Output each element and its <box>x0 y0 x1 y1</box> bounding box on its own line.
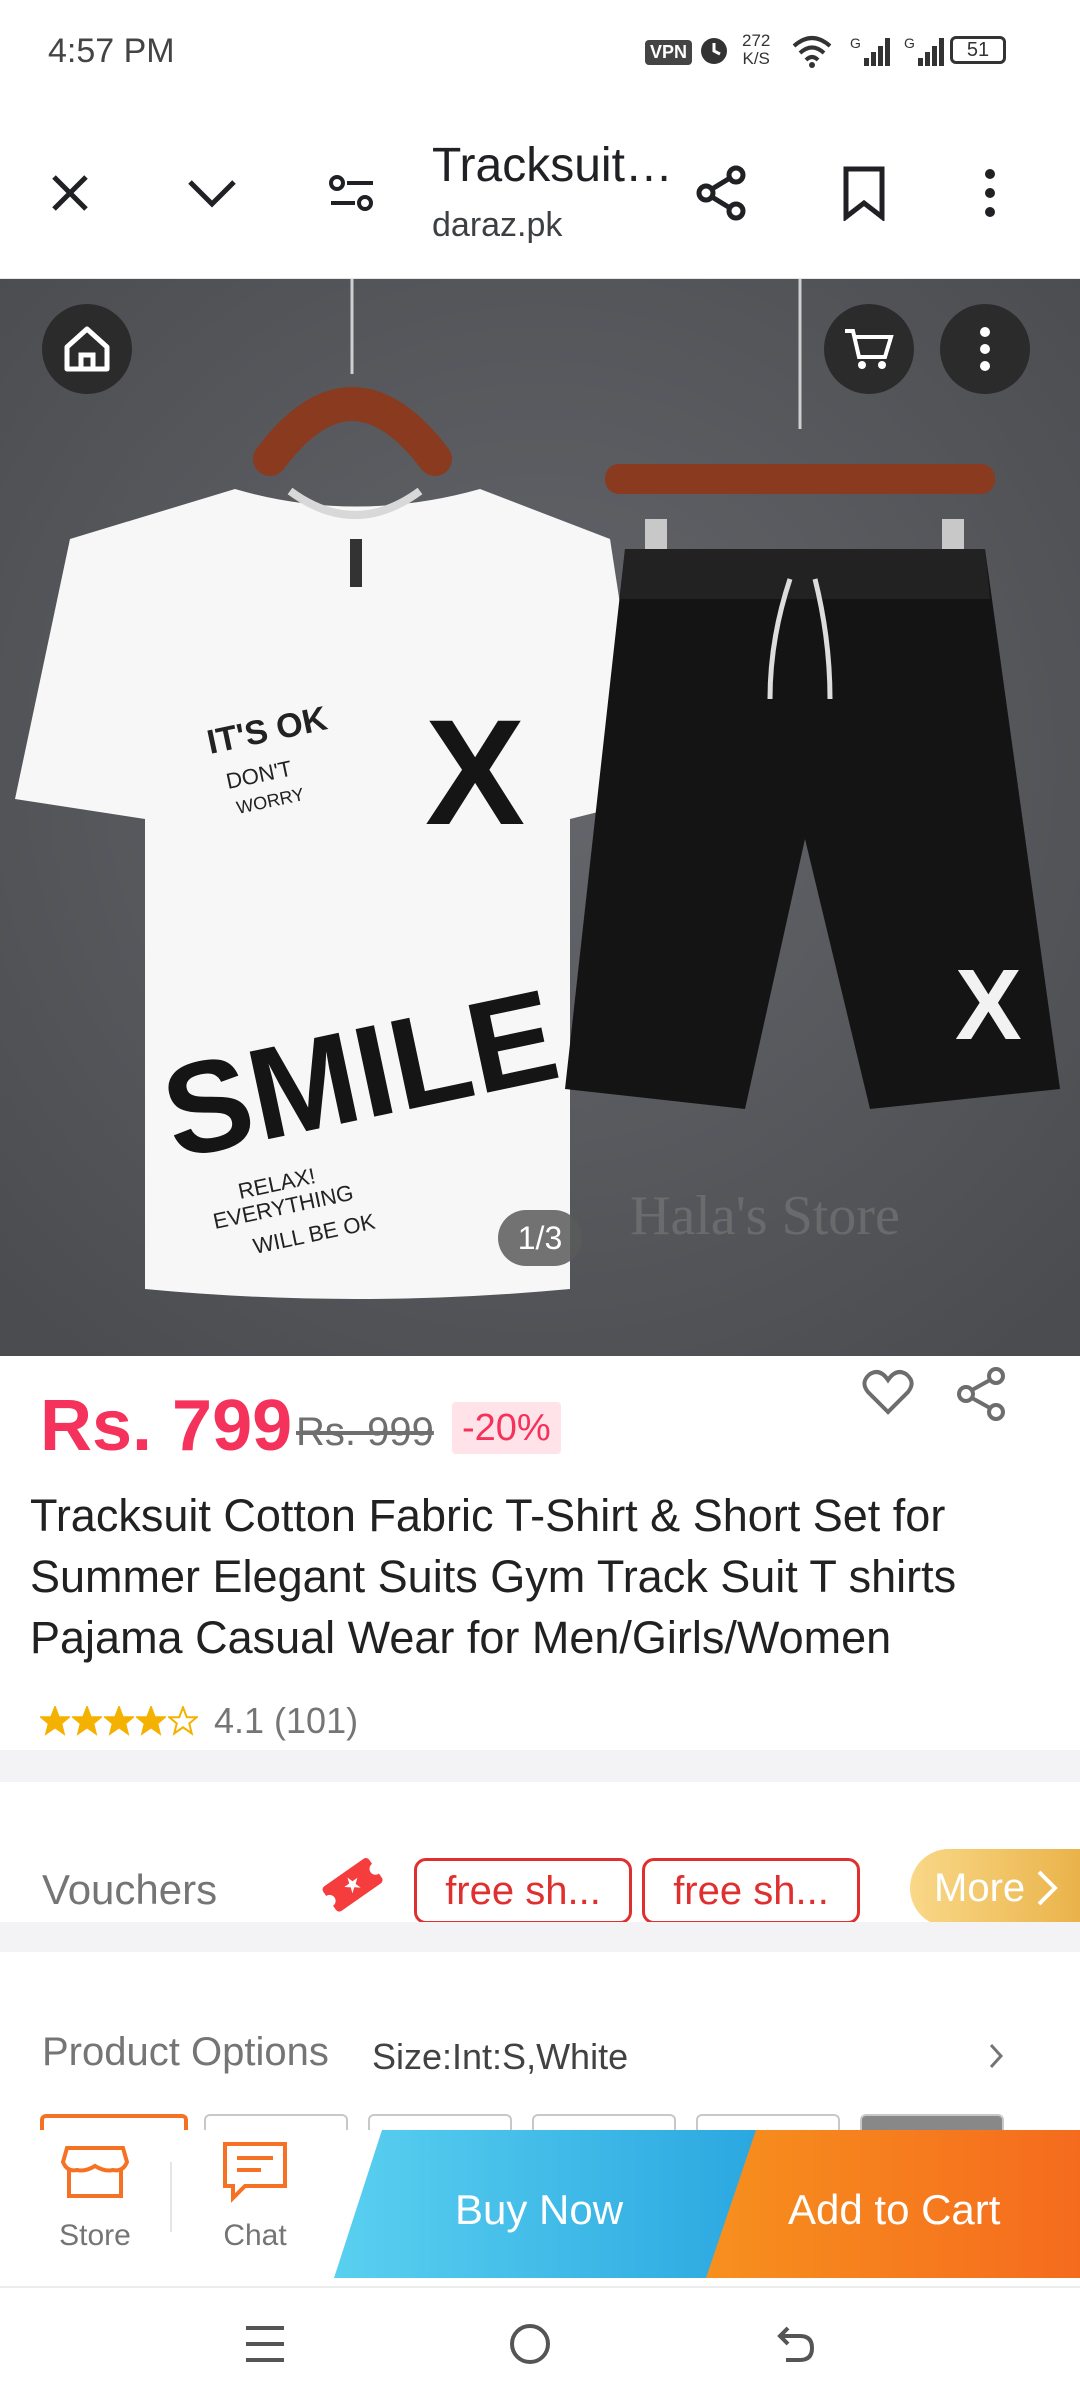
signal-2-icon: G <box>904 34 946 75</box>
chat-button[interactable]: Chat <box>200 2140 310 2253</box>
close-icon[interactable] <box>20 108 120 278</box>
chevron-right-icon[interactable] <box>988 2042 1004 2075</box>
voucher-chip[interactable]: free sh... <box>642 1858 860 1924</box>
product-options-value[interactable]: Size:Int:S,White <box>372 2036 628 2078</box>
shirt-x-mark: X <box>425 688 525 856</box>
section-divider <box>0 1922 1080 1952</box>
alarm-icon <box>696 32 732 75</box>
bookmark-icon[interactable] <box>814 108 914 278</box>
home-nav-icon[interactable] <box>508 2322 552 2371</box>
product-options-label: Product Options <box>42 2030 329 2074</box>
star-icon <box>168 1706 198 1736</box>
battery-icon: 51 <box>950 36 1006 64</box>
star-icon <box>40 1706 70 1736</box>
store-icon <box>60 2146 130 2198</box>
status-time: 4:57 PM <box>48 32 175 70</box>
star-icon <box>72 1706 102 1736</box>
voucher-ticket-icon <box>316 1848 388 1925</box>
vouchers-more-button[interactable]: More <box>910 1849 1080 1927</box>
vpn-icon: VPN <box>645 40 693 65</box>
section-divider <box>0 1750 1080 1782</box>
product-photo: IT'S OK DON'T WORRY X SMILE RELAX! EVERY… <box>0 279 1080 1356</box>
product-image-gallery[interactable]: IT'S OK DON'T WORRY X SMILE RELAX! EVERY… <box>0 279 1080 1356</box>
more-label: More <box>934 1865 1026 1910</box>
divider <box>170 2162 172 2232</box>
product-share-icon[interactable] <box>954 1366 1010 1427</box>
rating-count: (101) <box>274 1700 359 1741</box>
wifi-icon <box>792 34 832 75</box>
site-settings-icon[interactable] <box>302 108 402 278</box>
svg-text:G: G <box>904 35 915 51</box>
more-options-icon[interactable] <box>940 108 1040 278</box>
voucher-chip[interactable]: free sh... <box>414 1858 632 1924</box>
back-icon[interactable] <box>772 2322 816 2371</box>
store-button[interactable]: Store <box>40 2140 150 2253</box>
chevron-down-icon[interactable] <box>162 108 262 278</box>
status-bar: 4:57 PM VPN 272 K/S G G 51 <box>0 0 1080 108</box>
page-url: daraz.pk <box>432 206 563 244</box>
add-to-cart-label: Add to Cart <box>788 2186 1001 2233</box>
store-label: Store <box>59 2219 131 2252</box>
star-icon <box>104 1706 134 1736</box>
buy-now-label: Buy Now <box>455 2186 624 2233</box>
network-speed: 272 K/S <box>742 31 771 68</box>
product-title: Tracksuit Cotton Fabric T-Shirt & Short … <box>30 1490 957 1663</box>
cart-icon[interactable] <box>824 304 914 394</box>
recent-apps-icon[interactable] <box>244 2324 286 2369</box>
page-title: Tracksuit… <box>432 139 673 192</box>
product-rating[interactable]: 4.1 (101) <box>40 1700 358 1742</box>
chat-label: Chat <box>223 2219 287 2252</box>
svg-text:G: G <box>850 35 861 51</box>
wishlist-heart-icon[interactable] <box>862 1368 914 1421</box>
chevron-right-icon <box>1037 1870 1058 1906</box>
vouchers-label: Vouchers <box>42 1866 218 1913</box>
star-icon <box>136 1706 166 1736</box>
chat-icon <box>223 2142 287 2203</box>
shorts-x-mark: X <box>955 949 1022 1061</box>
store-watermark: Hala's Store <box>630 1185 900 1247</box>
home-icon[interactable] <box>42 304 132 394</box>
current-price: Rs. 799 <box>40 1386 293 1466</box>
more-icon[interactable] <box>940 304 1030 394</box>
browser-toolbar: Tracksuit… daraz.pk <box>0 108 1080 280</box>
signal-1-icon: G <box>850 34 892 75</box>
rating-value: 4.1 <box>214 1700 265 1741</box>
discount-badge: -20% <box>452 1402 561 1454</box>
system-nav-bar <box>0 2286 1080 2402</box>
share-icon[interactable] <box>672 108 772 278</box>
original-price: Rs. 999 <box>296 1410 434 1454</box>
image-counter: 1/3 <box>498 1210 582 1266</box>
rating-stars <box>40 1706 200 1736</box>
